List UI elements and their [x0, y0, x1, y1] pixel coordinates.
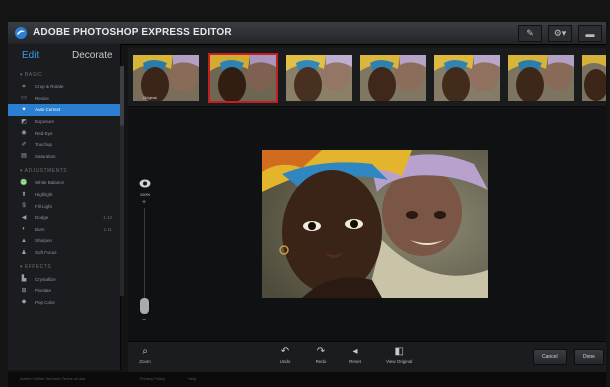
burn-value: 1.11: [103, 226, 112, 232]
bottom-toolbar: ⌕ Zoom ↶ Undo ↷ Redo ◂ Reset ◧ View Orig…: [128, 341, 606, 372]
section-adjustments-title[interactable]: ▾ ADJUSTMENTS: [8, 162, 120, 177]
eye-icon: ◉: [21, 130, 27, 137]
variations-filmstrip: Original: [128, 48, 606, 107]
sidebar-item-pixelate[interactable]: ⊞ Pixelate: [8, 285, 120, 297]
sidebar-item-soft-focus[interactable]: ♟ Soft Focus: [8, 247, 120, 259]
gear-dropdown-icon[interactable]: ⚙▾: [548, 25, 572, 42]
dodge-value: 1.12: [103, 215, 112, 221]
zoom-percentage: 100%: [139, 192, 151, 197]
app-title: ADOBE PHOTOSHOP EXPRESS EDITOR: [33, 27, 232, 38]
footer-link-privacy[interactable]: Privacy Policy: [140, 376, 165, 381]
footer-link-terms[interactable]: Adobe Online Services Terms of Use: [20, 376, 85, 381]
thumb-2[interactable]: [208, 53, 278, 103]
view-original-button[interactable]: ◧ View Original: [386, 346, 412, 364]
thumb-3[interactable]: [284, 53, 354, 103]
balance-icon: ♎: [20, 179, 28, 186]
section-basic-title[interactable]: ▾ BASIC: [8, 66, 120, 81]
dodge-icon: ◀: [21, 214, 27, 221]
sidebar-item-white-balance[interactable]: ♎ White Balance: [8, 177, 120, 189]
zoom-panel: 100% + −: [135, 178, 155, 328]
thumb-6-image: [508, 55, 574, 101]
sidebar-scrollbar[interactable]: [120, 66, 124, 296]
zoom-slider-track[interactable]: [144, 208, 145, 308]
crystallize-icon: ▙: [21, 276, 27, 283]
sidebar-item-fill-light[interactable]: $ Fill Light: [8, 200, 120, 212]
brush-icon: ✐: [21, 141, 27, 148]
zoom-in-icon[interactable]: +: [142, 199, 146, 206]
redo-button[interactable]: ↷ Redo: [314, 346, 328, 364]
burn-icon: ◐: [22, 226, 26, 233]
redo-icon: ↷: [316, 346, 326, 357]
thumb-3-image: [286, 55, 352, 101]
sidebar-item-exposure[interactable]: ◩ Exposure: [8, 116, 120, 128]
soft-focus-icon: ♟: [21, 249, 27, 256]
sidebar-item-crystallize[interactable]: ▙ Crystallize: [8, 273, 120, 285]
zoom-slider-thumb[interactable]: [140, 298, 149, 314]
highlight-icon: ⬆: [21, 191, 27, 198]
editor-window: ADOBE PHOTOSHOP EXPRESS EDITOR ✎ ⚙▾ ▬ Ed…: [0, 0, 610, 387]
crop-icon: ⌗: [22, 83, 26, 90]
sidebar-item-touchup[interactable]: ✐ Touchup: [8, 139, 120, 151]
tab-decorate[interactable]: Decorate: [72, 50, 113, 61]
sidebar-item-sharpen[interactable]: ▲ Sharpen: [8, 235, 120, 247]
thumb-2-image: [210, 55, 276, 101]
zoom-out-icon[interactable]: −: [142, 317, 146, 324]
sidebar-scrollbar-thumb[interactable]: [120, 66, 124, 126]
sidebar-item-auto-correct[interactable]: ✦ Auto Correct: [8, 104, 120, 116]
reset-button[interactable]: ◂ Reset: [348, 346, 362, 364]
wand-icon: ✦: [21, 106, 27, 113]
exposure-icon: ◩: [21, 118, 27, 125]
thumb-7[interactable]: [580, 53, 608, 103]
tab-edit[interactable]: Edit: [22, 50, 39, 61]
resize-icon: ▭: [21, 95, 27, 102]
undo-button[interactable]: ↶ Undo: [278, 346, 292, 364]
magnifier-icon: ⌕: [142, 346, 148, 357]
sidebar-item-crop-rotate[interactable]: ⌗ Crop & Rotate: [8, 81, 120, 93]
thumb-original-label: Original: [143, 95, 157, 100]
saturation-icon: ▤: [21, 153, 27, 160]
footer-link-help[interactable]: Help: [188, 376, 196, 381]
thumb-4[interactable]: [358, 53, 428, 103]
thumb-7-image: [582, 55, 606, 101]
cancel-button[interactable]: Cancel: [533, 349, 567, 365]
thumb-5-image: [434, 55, 500, 101]
footer: Adobe Online Services Terms of Use Priva…: [8, 372, 606, 387]
undo-icon: ↶: [280, 346, 290, 357]
sidebar-item-dodge[interactable]: ◀ Dodge 1.12: [8, 212, 120, 224]
eye-preview-icon[interactable]: [139, 179, 151, 188]
sidebar-item-resize[interactable]: ▭ Resize: [8, 93, 120, 105]
sharpen-icon: ▲: [21, 237, 27, 244]
pixelate-icon: ⊞: [21, 287, 27, 294]
sidebar-item-highlight[interactable]: ⬆ Highlight: [8, 189, 120, 201]
reset-icon: ◂: [352, 346, 358, 357]
pop-color-icon: ◆: [21, 299, 27, 306]
wrench-icon[interactable]: ✎: [518, 25, 542, 42]
sidebar-item-pop-color[interactable]: ◆ Pop Color: [8, 297, 120, 309]
main-photo[interactable]: [262, 150, 488, 298]
done-button[interactable]: Done: [574, 349, 604, 365]
fullscreen-icon[interactable]: ▬: [578, 25, 602, 42]
zoom-button[interactable]: ⌕ Zoom: [138, 346, 152, 364]
title-bar: ADOBE PHOTOSHOP EXPRESS EDITOR ✎ ⚙▾ ▬: [8, 22, 606, 45]
photoshop-express-logo-icon: [15, 27, 27, 39]
thumb-4-image: [360, 55, 426, 101]
sidebar-item-burn[interactable]: ◐ Burn 1.11: [8, 224, 120, 236]
thumb-5[interactable]: [432, 53, 502, 103]
split-view-icon: ◧: [394, 346, 404, 357]
sidebar-item-saturation[interactable]: ▤ Saturation: [8, 151, 120, 163]
thumb-original[interactable]: Original: [131, 53, 201, 103]
thumb-6[interactable]: [506, 53, 576, 103]
section-effects-title[interactable]: ▾ EFFECTS: [8, 258, 120, 273]
tools-sidebar: Edit Decorate ▾ BASIC ⌗ Crop & Rotate ▭ Re…: [8, 44, 121, 370]
fill-light-icon: $: [22, 203, 26, 210]
main-photo-image: [262, 150, 488, 298]
sidebar-item-red-eye[interactable]: ◉ Red-Eye: [8, 127, 120, 139]
